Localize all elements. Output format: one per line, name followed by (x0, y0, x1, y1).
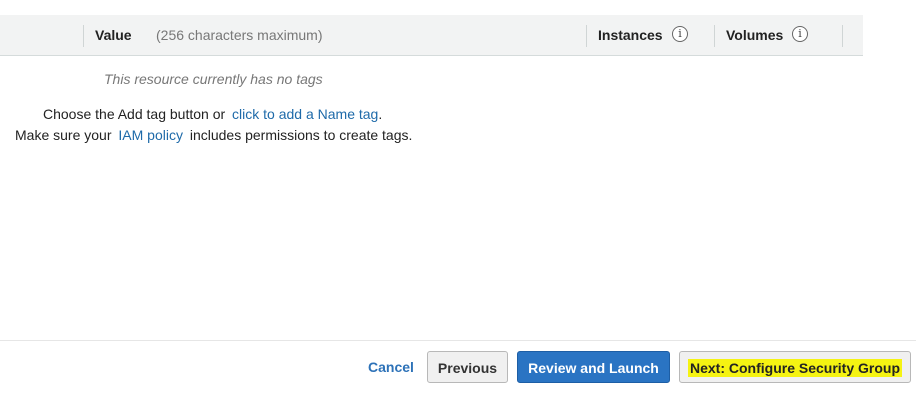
cancel-button[interactable]: Cancel (362, 351, 418, 383)
instructions-period: . (378, 106, 383, 122)
tags-table-header: Value (256 characters maximum) Instances… (0, 15, 863, 56)
value-column-header: Value (95, 27, 132, 43)
volumes-column-header: Volumes (726, 27, 784, 43)
footer-divider (0, 340, 916, 341)
add-tag-instructions: Choose the Add tag button or click to ad… (43, 106, 382, 122)
iam-policy-instructions: Make sure your IAM policy includes permi… (15, 127, 412, 143)
previous-button[interactable]: Previous (427, 351, 508, 383)
next-configure-security-group-button[interactable]: Next: Configure Security Group (679, 351, 911, 383)
instances-column-header: Instances (598, 27, 663, 43)
column-divider[interactable] (842, 25, 843, 47)
no-tags-message: This resource currently has no tags (104, 71, 323, 87)
value-max-hint: (256 characters maximum) (156, 27, 323, 43)
column-divider[interactable] (83, 25, 84, 47)
add-name-tag-link[interactable]: click to add a Name tag (232, 106, 378, 122)
review-and-launch-button[interactable]: Review and Launch (517, 351, 670, 383)
iam-policy-link[interactable]: IAM policy (118, 127, 183, 143)
instructions-text: includes permissions to create tags. (189, 127, 413, 143)
volumes-info-icon[interactable]: i (792, 26, 808, 42)
instructions-text: Make sure your (15, 127, 112, 143)
column-divider[interactable] (586, 25, 587, 47)
instructions-text: Choose the Add tag button or (43, 106, 226, 122)
instances-info-icon[interactable]: i (672, 26, 688, 42)
column-divider[interactable] (714, 25, 715, 47)
next-button-label: Next: Configure Security Group (687, 359, 903, 377)
